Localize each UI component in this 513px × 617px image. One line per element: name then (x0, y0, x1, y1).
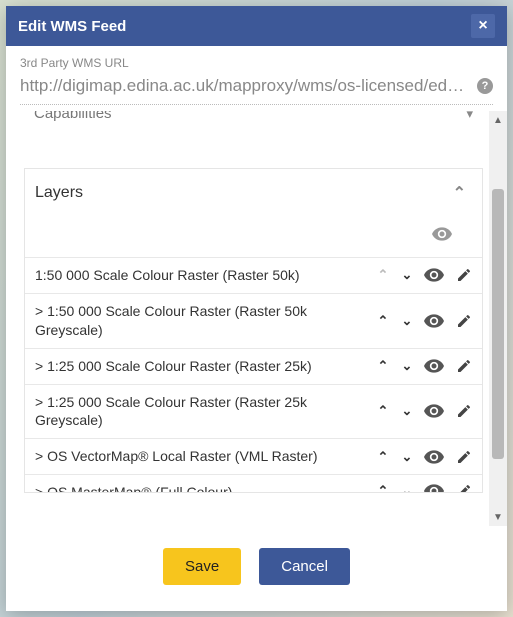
scroll-down-button[interactable]: ▼ (489, 508, 507, 526)
eye-icon[interactable] (424, 268, 444, 282)
dialog-title: Edit WMS Feed (18, 18, 126, 35)
pencil-icon[interactable] (454, 358, 474, 374)
scroll-track[interactable] (489, 129, 507, 508)
layer-row: > 1:50 000 Scale Colour Raster (Raster 5… (25, 293, 482, 348)
capabilities-row[interactable]: Capabilities ▾ (24, 111, 483, 128)
layer-name: > 1:25 000 Scale Colour Raster (Raster 2… (35, 393, 376, 431)
layer-row: > 1:25 000 Scale Colour Raster (Raster 2… (25, 384, 482, 439)
eye-icon[interactable] (424, 359, 444, 373)
layer-name: 1:50 000 Scale Colour Raster (Raster 50k… (35, 266, 376, 285)
move-up-button[interactable]: ⌃ (376, 449, 390, 465)
row-actions: ⌃⌄ (376, 267, 476, 283)
help-icon[interactable]: ? (477, 78, 493, 94)
close-button[interactable]: × (471, 14, 495, 38)
row-actions: ⌃⌄ (376, 358, 476, 374)
layer-row-overflow: > OS MasterMap® (Full Colour) ⌃ ⌄ (25, 474, 482, 492)
close-icon: × (478, 18, 487, 34)
layers-header[interactable]: Layers ⌃ (25, 169, 482, 227)
eye-icon[interactable] (424, 484, 444, 492)
wms-url-input[interactable] (20, 72, 473, 100)
move-up-button[interactable]: ⌃ (376, 358, 390, 374)
move-down-button[interactable]: ⌄ (400, 358, 414, 374)
titlebar: Edit WMS Feed × (6, 6, 507, 46)
pencil-icon[interactable] (454, 449, 474, 465)
scroll-content: Capabilities ▾ Layers ⌃ 1:50 000 Scale C… (6, 111, 489, 526)
layers-title: Layers (35, 184, 83, 202)
url-input-row: ? (20, 72, 493, 105)
edit-wms-dialog: Edit WMS Feed × 3rd Party WMS URL ? Capa… (6, 6, 507, 611)
layers-panel: Layers ⌃ 1:50 000 Scale Colour Raster (R… (24, 168, 483, 493)
pencil-icon[interactable] (454, 267, 474, 283)
scrollbar[interactable]: ▲ ▼ (489, 111, 507, 526)
save-button[interactable]: Save (163, 548, 241, 585)
chevron-down-icon: ▾ (466, 111, 473, 122)
eye-icon[interactable] (424, 314, 444, 328)
row-actions: ⌃⌄ (376, 449, 476, 465)
move-up-button[interactable]: ⌃ (376, 483, 390, 492)
pencil-icon[interactable] (454, 483, 474, 492)
dialog-body: 3rd Party WMS URL ? (6, 46, 507, 105)
move-up-button: ⌃ (376, 267, 390, 283)
url-label: 3rd Party WMS URL (20, 56, 493, 70)
chevron-up-icon: ⌃ (453, 183, 466, 203)
row-actions: ⌃ ⌄ (376, 483, 476, 492)
scroll-area: Capabilities ▾ Layers ⌃ 1:50 000 Scale C… (6, 111, 507, 526)
layer-list: 1:50 000 Scale Colour Raster (Raster 50k… (25, 257, 482, 474)
eye-icon[interactable] (424, 450, 444, 464)
eye-icon[interactable] (432, 227, 452, 241)
dialog-footer: Save Cancel (6, 526, 507, 611)
pencil-icon[interactable] (454, 403, 474, 419)
layer-row: > OS VectorMap® Local Raster (VML Raster… (25, 438, 482, 474)
scroll-up-button[interactable]: ▲ (489, 111, 507, 129)
capabilities-label: Capabilities (34, 111, 112, 122)
scroll-thumb[interactable] (492, 189, 504, 459)
layer-row: 1:50 000 Scale Colour Raster (Raster 50k… (25, 257, 482, 293)
eye-icon[interactable] (424, 404, 444, 418)
move-down-button[interactable]: ⌄ (400, 267, 414, 283)
move-down-button[interactable]: ⌄ (400, 449, 414, 465)
pencil-icon[interactable] (454, 313, 474, 329)
cancel-button[interactable]: Cancel (259, 548, 350, 585)
layer-name: > OS MasterMap® (Full Colour) (35, 483, 376, 492)
move-down-button[interactable]: ⌄ (400, 313, 414, 329)
layer-name: > OS VectorMap® Local Raster (VML Raster… (35, 447, 376, 466)
move-up-button[interactable]: ⌃ (376, 403, 390, 419)
layer-row: > 1:25 000 Scale Colour Raster (Raster 2… (25, 348, 482, 384)
move-down-button[interactable]: ⌄ (400, 483, 414, 492)
move-up-button[interactable]: ⌃ (376, 313, 390, 329)
row-actions: ⌃⌄ (376, 403, 476, 419)
row-actions: ⌃⌄ (376, 313, 476, 329)
layer-name: > 1:50 000 Scale Colour Raster (Raster 5… (35, 302, 376, 340)
move-down-button[interactable]: ⌄ (400, 403, 414, 419)
layer-name: > 1:25 000 Scale Colour Raster (Raster 2… (35, 357, 376, 376)
visibility-header (25, 227, 482, 257)
